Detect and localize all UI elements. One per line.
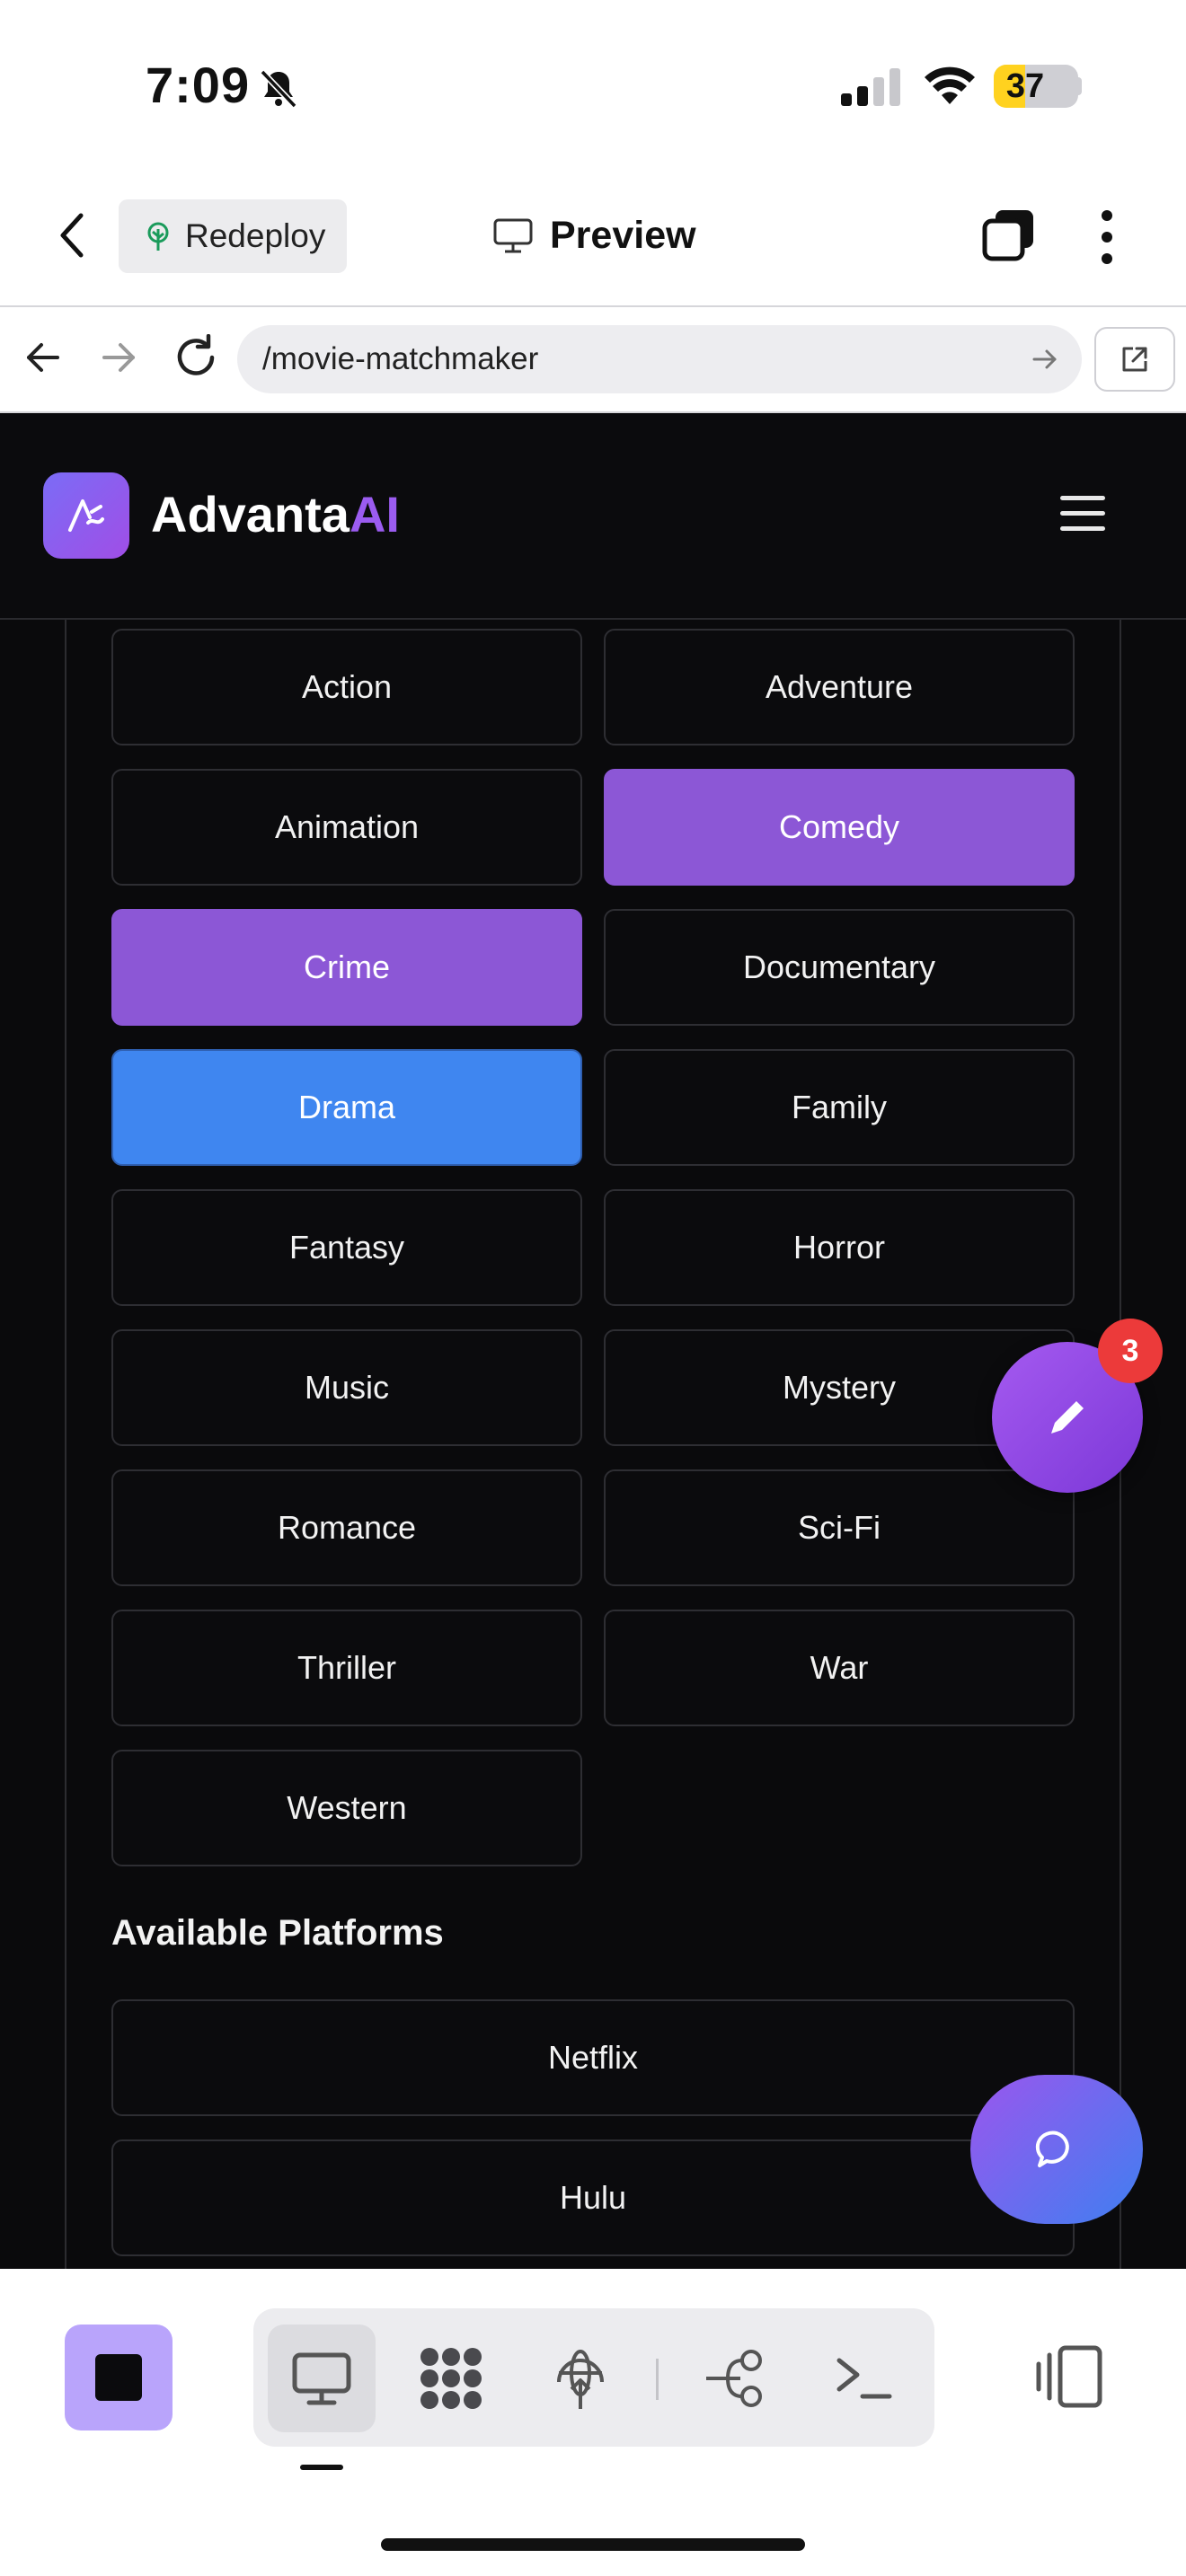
wifi-icon xyxy=(925,66,975,104)
arrow-left-icon[interactable] xyxy=(23,338,63,377)
genre-button-family[interactable]: Family xyxy=(604,1049,1075,1166)
signal-icon xyxy=(841,68,900,106)
chat-bubble-icon xyxy=(1035,2130,1069,2167)
open-external-button[interactable] xyxy=(1094,327,1175,392)
genre-button-thriller[interactable]: Thriller xyxy=(111,1610,582,1726)
back-chevron-icon[interactable] xyxy=(54,208,90,262)
tabs-icon[interactable] xyxy=(981,207,1037,262)
genre-button-drama[interactable]: Drama xyxy=(111,1049,582,1166)
stop-icon xyxy=(95,2354,142,2401)
notification-badge: 3 xyxy=(1098,1319,1163,1383)
genre-button-comedy[interactable]: Comedy xyxy=(604,769,1075,886)
pencil-icon xyxy=(1051,1401,1084,1434)
platforms-heading: Available Platforms xyxy=(111,1913,444,1953)
terminal-icon[interactable] xyxy=(830,2344,898,2413)
bell-muted-icon xyxy=(260,69,297,109)
more-vertical-icon[interactable] xyxy=(1098,208,1116,266)
battery-percent: 37 xyxy=(1005,67,1045,105)
chat-fab-button[interactable] xyxy=(970,2075,1143,2224)
preview-title: Preview xyxy=(492,208,696,262)
tool-divider xyxy=(656,2359,659,2400)
genre-button-war[interactable]: War xyxy=(604,1610,1075,1726)
redeploy-button[interactable]: Redeploy xyxy=(119,199,347,273)
hamburger-menu-icon[interactable] xyxy=(1058,492,1107,535)
brand-name-main: Advanta xyxy=(151,486,350,543)
brand-name[interactable]: AdvantaAI xyxy=(151,485,400,543)
brand-logo-icon[interactable] xyxy=(43,472,129,559)
monitor-icon[interactable] xyxy=(288,2344,356,2413)
genre-button-horror[interactable]: Horror xyxy=(604,1189,1075,1306)
redeploy-label: Redeploy xyxy=(185,217,326,254)
apps-grid-icon[interactable] xyxy=(417,2344,485,2413)
active-tool-indicator xyxy=(300,2465,343,2470)
home-indicator xyxy=(381,2538,805,2551)
genre-button-action[interactable]: Action xyxy=(111,629,582,745)
genre-button-western[interactable]: Western xyxy=(111,1750,582,1866)
stop-button[interactable] xyxy=(65,2325,173,2430)
go-arrow-icon[interactable] xyxy=(1031,346,1058,373)
platform-button-hulu[interactable]: Hulu xyxy=(111,2139,1075,2256)
genre-button-sci-fi[interactable]: Sci-Fi xyxy=(604,1469,1075,1586)
genre-button-romance[interactable]: Romance xyxy=(111,1469,582,1586)
genre-button-animation[interactable]: Animation xyxy=(111,769,582,886)
external-link-icon xyxy=(1122,347,1147,372)
url-input[interactable]: /movie-matchmaker xyxy=(237,325,1082,393)
genre-button-documentary[interactable]: Documentary xyxy=(604,909,1075,1026)
genre-button-crime[interactable]: Crime xyxy=(111,909,582,1026)
brand-name-accent: AI xyxy=(349,486,400,543)
genre-button-adventure[interactable]: Adventure xyxy=(604,629,1075,745)
battery-nub xyxy=(1076,77,1082,95)
genre-button-fantasy[interactable]: Fantasy xyxy=(111,1189,582,1306)
preview-label: Preview xyxy=(550,213,696,257)
deploy-globe-icon[interactable] xyxy=(546,2344,615,2413)
genre-button-music[interactable]: Music xyxy=(111,1329,582,1446)
panel-toggle-icon[interactable] xyxy=(1033,2342,1103,2411)
url-text: /movie-matchmaker xyxy=(262,341,539,376)
monitor-icon xyxy=(493,218,533,253)
platform-button-netflix[interactable]: Netflix xyxy=(111,1999,1075,2116)
reload-icon[interactable] xyxy=(173,334,219,381)
tree-icon xyxy=(147,222,169,251)
battery-indicator: 37 xyxy=(994,65,1078,108)
status-time: 7:09 xyxy=(146,57,251,113)
git-branch-icon[interactable] xyxy=(701,2344,769,2413)
arrow-right-icon[interactable] xyxy=(99,338,138,377)
logo-mark-icon xyxy=(68,499,104,532)
